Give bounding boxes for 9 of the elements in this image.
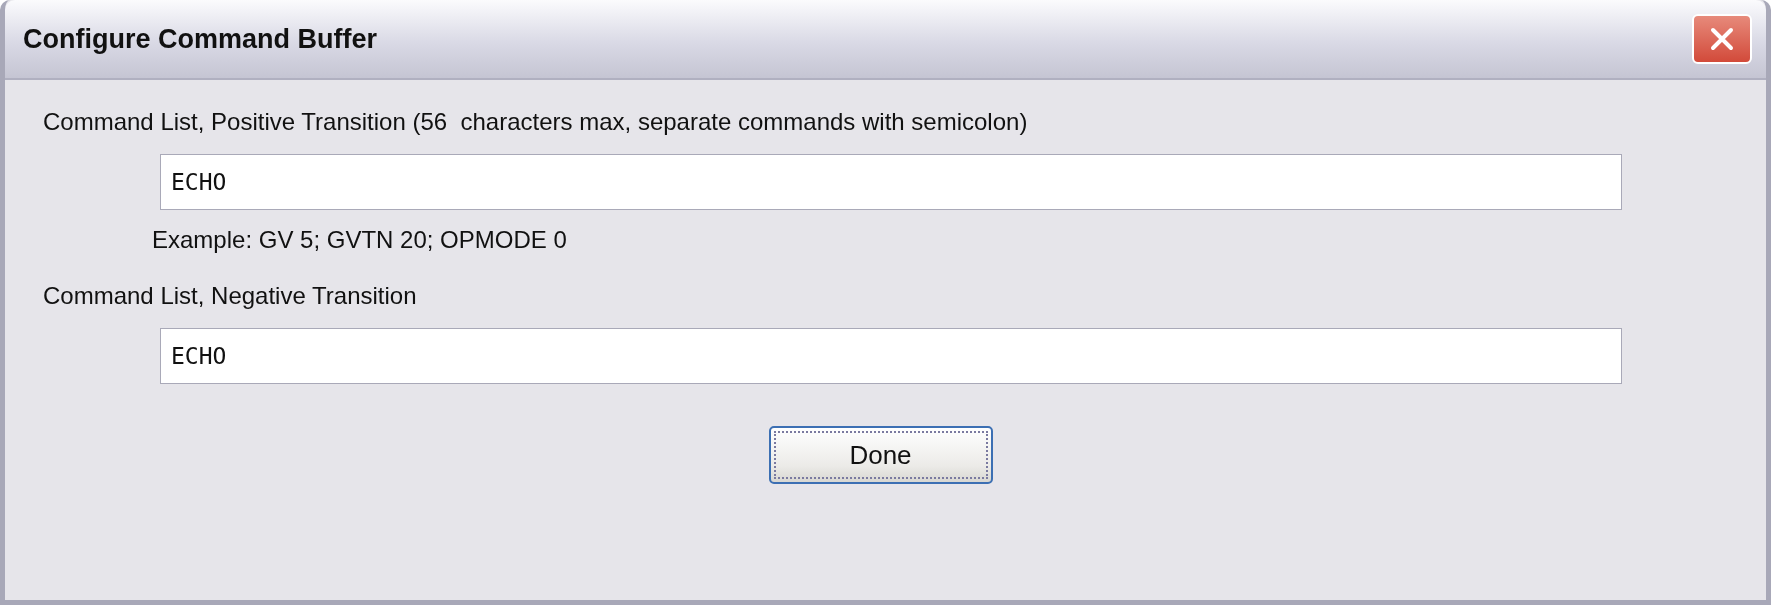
- field-label: Command List, Positive Transition (56 characters max, separate commands with semicolon): [43, 108, 1028, 136]
- example-text: Example: GV 5; GVTN 20; OPMODE 0: [152, 226, 567, 254]
- close-icon: [1709, 26, 1735, 52]
- field-label: Command List, Negative Transition: [43, 282, 417, 310]
- close-button[interactable]: [1692, 14, 1752, 64]
- window-title: Configure Command Buffer: [23, 23, 377, 55]
- input-field[interactable]: ECHO: [160, 154, 1622, 210]
- input-field[interactable]: ECHO: [160, 328, 1622, 384]
- done-button[interactable]: Done: [768, 426, 993, 484]
